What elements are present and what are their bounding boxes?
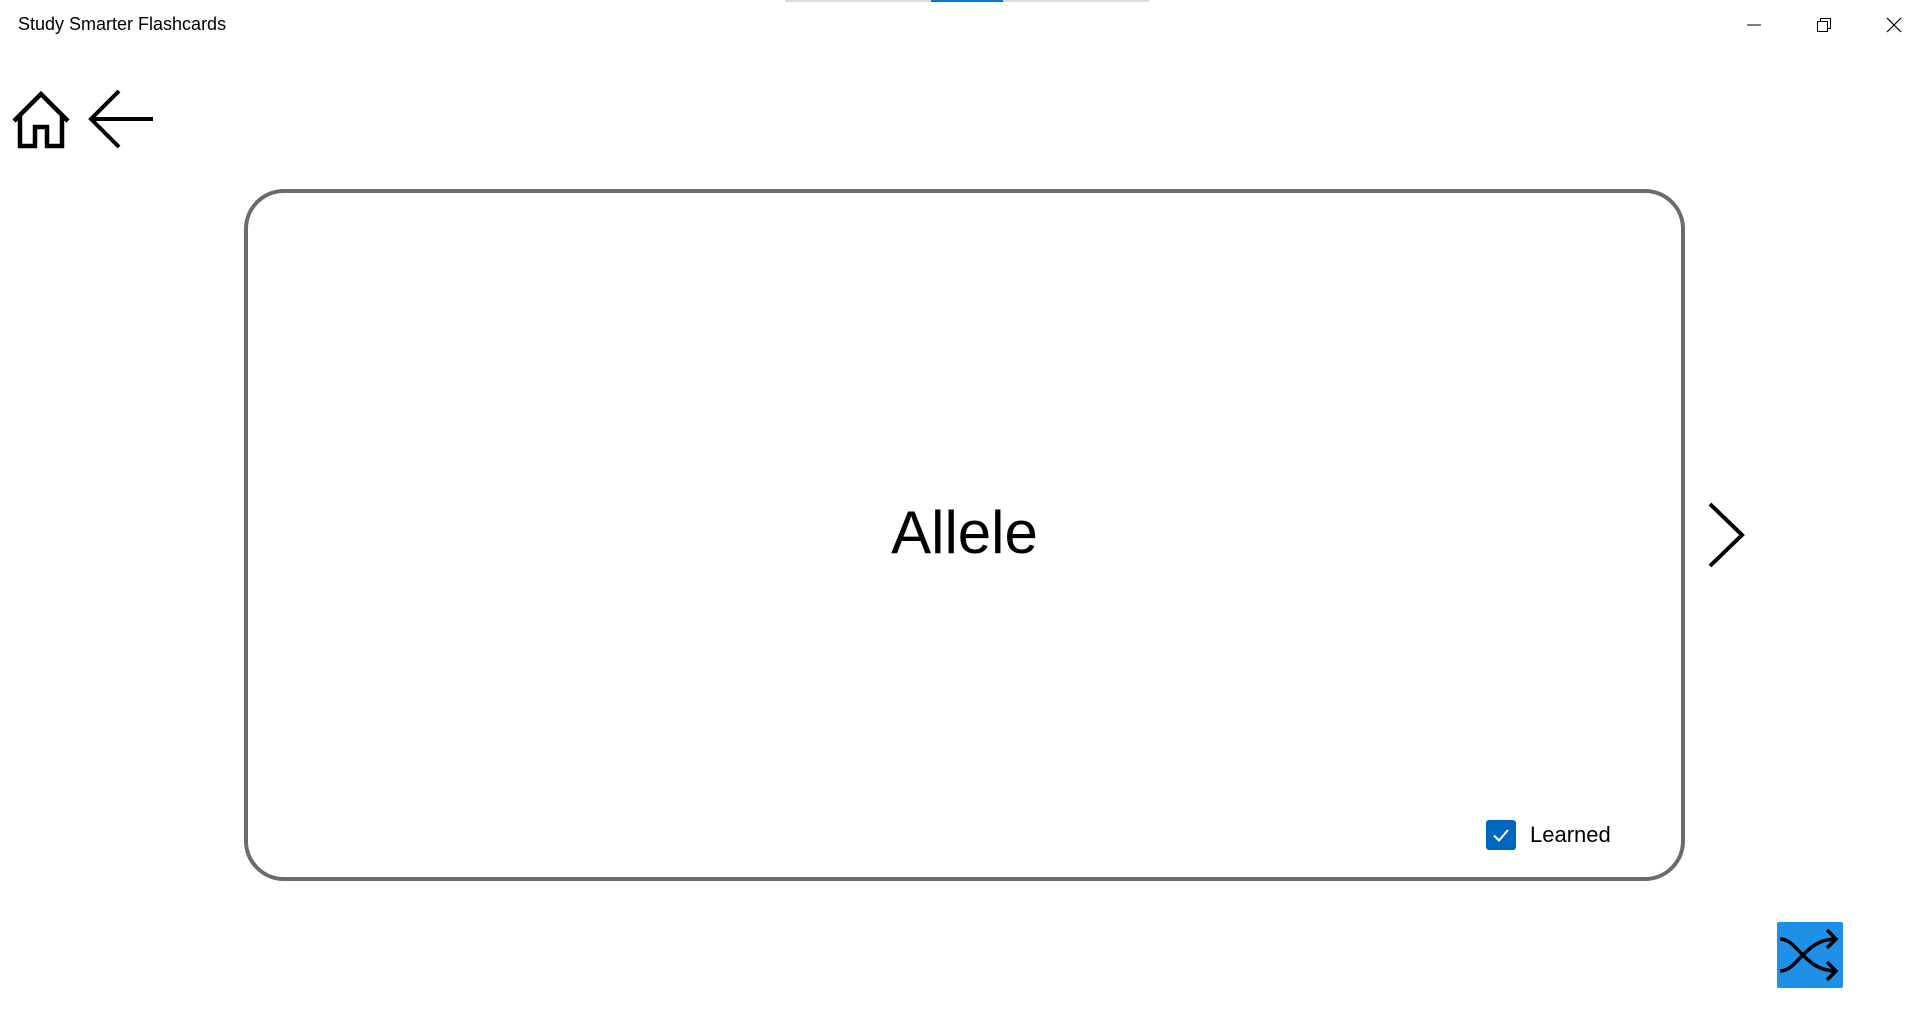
- minimize-button[interactable]: [1720, 0, 1788, 50]
- chevron-right-icon: [1708, 502, 1745, 568]
- restore-icon: [1817, 18, 1831, 32]
- back-button[interactable]: [86, 86, 156, 152]
- next-card-button[interactable]: [1700, 498, 1752, 572]
- shuffle-icon: [1779, 928, 1839, 982]
- learned-checkbox[interactable]: Learned: [1486, 820, 1611, 850]
- loading-indicator: [785, 0, 1149, 2]
- checkmark-icon: [1493, 829, 1509, 842]
- home-button[interactable]: [10, 88, 72, 150]
- flashcard-term: Allele: [891, 499, 1038, 566]
- flashcard[interactable]: Allele Learned: [244, 189, 1685, 881]
- learned-label: Learned: [1530, 822, 1611, 847]
- close-icon: [1886, 17, 1902, 33]
- title-bar: Study Smarter Flashcards: [0, 0, 1920, 50]
- window-title: Study Smarter Flashcards: [18, 14, 227, 34]
- minimize-icon: [1747, 24, 1761, 26]
- app-window: Study Smarter Flashcards Allele Learned: [0, 0, 1920, 1020]
- home-icon: [12, 90, 70, 149]
- arrow-left-icon: [88, 89, 153, 149]
- restore-button[interactable]: [1790, 0, 1858, 50]
- shuffle-button[interactable]: [1777, 922, 1843, 988]
- close-button[interactable]: [1860, 0, 1920, 50]
- loading-indicator-fill: [931, 0, 1003, 2]
- learned-checkbox-box[interactable]: [1486, 820, 1516, 850]
